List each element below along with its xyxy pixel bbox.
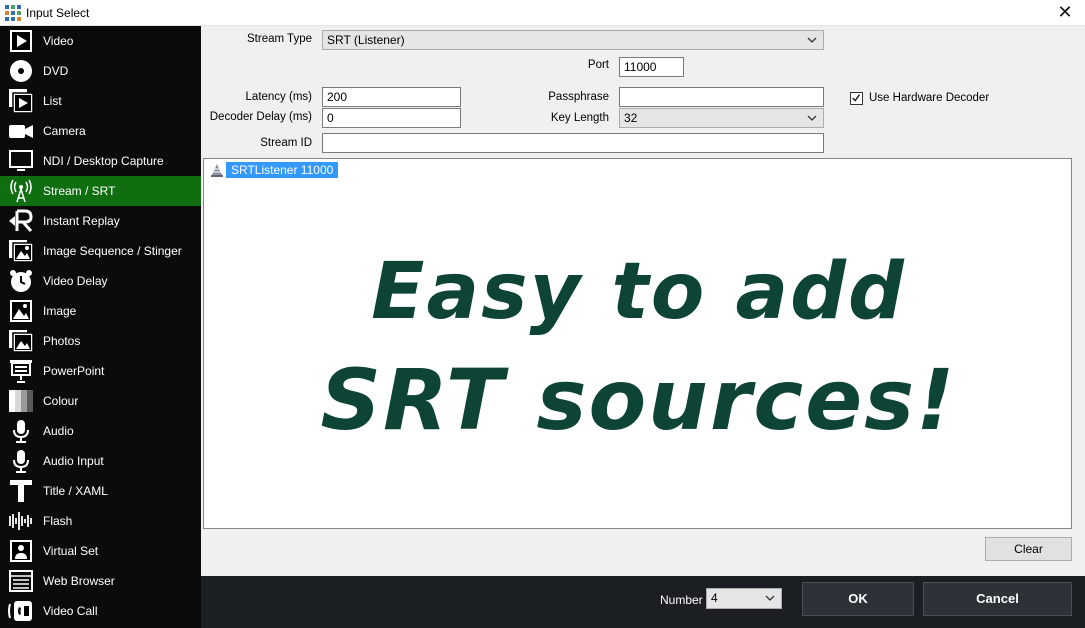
waveform-icon (9, 512, 32, 530)
sidebar-item-label: Camera (43, 124, 86, 138)
vlc-cone-icon (211, 164, 223, 177)
title-bar: Input Select ✕ (0, 0, 1085, 26)
sidebar-item-label: Flash (43, 514, 73, 528)
promo-headline-line2: SRT sources! (320, 351, 957, 449)
key-length-value: 32 (624, 111, 638, 125)
use-hardware-decoder-checkbox[interactable] (850, 92, 863, 105)
title-t-icon (10, 480, 32, 502)
decoder-delay-field[interactable]: 0 (322, 108, 461, 128)
decoder-delay-label: Decoder Delay (ms) (209, 111, 312, 123)
latency-field[interactable]: 200 (322, 87, 461, 107)
input-type-sidebar: Video DVD List Camera NDI / Desktop Capt… (0, 26, 201, 628)
list-play-icon (9, 89, 34, 113)
virtual-set-icon (10, 540, 32, 562)
use-hardware-decoder-label: Use Hardware Decoder (869, 92, 990, 104)
sidebar-item-video[interactable]: Video (0, 26, 201, 56)
stream-type-value: SRT (Listener) (327, 33, 405, 47)
sidebar-item-audio-input[interactable]: Audio Input (0, 446, 201, 476)
sidebar-item-label: Image (43, 304, 77, 318)
app-grid-icon (5, 5, 21, 21)
timer-icon (10, 270, 32, 292)
microphone-icon (13, 420, 29, 443)
sidebar-item-label: Virtual Set (43, 544, 99, 558)
ok-button[interactable]: OK (802, 582, 914, 616)
sidebar-item-label: Instant Replay (43, 214, 120, 228)
disc-icon (10, 60, 32, 82)
sidebar-item-powerpoint[interactable]: PowerPoint (0, 356, 201, 386)
sidebar-item-label: Web Browser (43, 574, 115, 588)
sidebar-item-virtual-set[interactable]: Virtual Set (0, 536, 201, 566)
sidebar-item-label: Video (43, 34, 74, 48)
image-sequence-icon (9, 240, 34, 263)
sidebar-item-image[interactable]: Image (0, 296, 201, 326)
antenna-icon (10, 179, 32, 203)
cancel-button[interactable]: Cancel (923, 582, 1072, 616)
microphone-input-icon (13, 450, 29, 473)
sidebar-item-stream-srt[interactable]: Stream / SRT (0, 176, 201, 206)
sidebar-item-label: Video Delay (43, 274, 108, 288)
sidebar-item-web-browser[interactable]: Web Browser (0, 566, 201, 596)
sidebar-item-label: Audio (43, 424, 74, 438)
port-label: Port (587, 59, 609, 71)
sidebar-item-label: List (43, 94, 62, 108)
chevron-down-icon (807, 115, 817, 121)
port-field[interactable]: 11000 (619, 57, 684, 77)
chevron-down-icon (765, 595, 775, 601)
promo-headline-line1: Easy to add (371, 247, 906, 337)
sidebar-item-flash[interactable]: Flash (0, 506, 201, 536)
sidebar-item-label: Colour (43, 394, 79, 408)
sidebar-item-label: Audio Input (43, 454, 104, 468)
key-length-select[interactable]: 32 (619, 108, 824, 128)
colour-bars-icon (9, 390, 33, 412)
sidebar-item-video-call[interactable]: Video Call (0, 596, 201, 626)
sidebar-item-colour[interactable]: Colour (0, 386, 201, 416)
sidebar-item-instant-replay[interactable]: Instant Replay (0, 206, 201, 236)
video-call-icon (8, 601, 32, 621)
sidebar-item-label: Video Call (43, 604, 98, 618)
photos-icon (9, 330, 34, 353)
sidebar-item-list[interactable]: List (0, 86, 201, 116)
sidebar-item-photos[interactable]: Photos (0, 326, 201, 356)
number-select[interactable]: 4 (706, 588, 782, 609)
replay-icon (9, 209, 33, 232)
stream-type-label: Stream Type (247, 33, 312, 45)
sidebar-item-label: NDI / Desktop Capture (43, 154, 164, 168)
sidebar-item-label: PowerPoint (43, 364, 105, 378)
stream-id-label: Stream ID (260, 137, 312, 149)
window-title: Input Select (26, 6, 90, 20)
number-value: 4 (711, 591, 718, 605)
sidebar-item-label: Image Sequence / Stinger (43, 244, 182, 258)
stream-list[interactable]: SRTListener 11000 Easy to add SRT source… (203, 158, 1072, 529)
monitor-icon (9, 150, 33, 171)
key-length-label: Key Length (550, 112, 609, 124)
sidebar-item-label: Stream / SRT (43, 184, 116, 198)
passphrase-label: Passphrase (548, 91, 609, 103)
checkmark-icon (852, 94, 861, 102)
stream-type-select[interactable]: SRT (Listener) (322, 30, 824, 50)
camera-icon (9, 125, 33, 138)
sidebar-item-audio[interactable]: Audio (0, 416, 201, 446)
list-item-label: SRTListener 11000 (226, 162, 339, 178)
sidebar-item-label: DVD (43, 64, 69, 78)
number-label: Number (660, 593, 703, 607)
sidebar-item-video-delay[interactable]: Video Delay (0, 266, 201, 296)
image-icon (10, 300, 32, 322)
sidebar-item-label: Photos (43, 334, 81, 348)
sidebar-item-label: Title / XAML (43, 484, 108, 498)
passphrase-field[interactable] (619, 87, 824, 107)
sidebar-item-image-sequence-stinger[interactable]: Image Sequence / Stinger (0, 236, 201, 266)
video-play-icon (10, 30, 32, 52)
latency-label: Latency (ms) (245, 91, 312, 103)
sidebar-item-dvd[interactable]: DVD (0, 56, 201, 86)
clear-button[interactable]: Clear (985, 537, 1072, 561)
presentation-icon (10, 360, 32, 383)
stream-id-field[interactable] (322, 133, 824, 153)
sidebar-item-camera[interactable]: Camera (0, 116, 201, 146)
sidebar-item-title-xaml[interactable]: Title / XAML (0, 476, 201, 506)
browser-icon (9, 570, 33, 592)
sidebar-item-ndi-desktop-capture[interactable]: NDI / Desktop Capture (0, 146, 201, 176)
close-icon[interactable]: ✕ (1045, 0, 1085, 26)
chevron-down-icon (807, 37, 817, 43)
